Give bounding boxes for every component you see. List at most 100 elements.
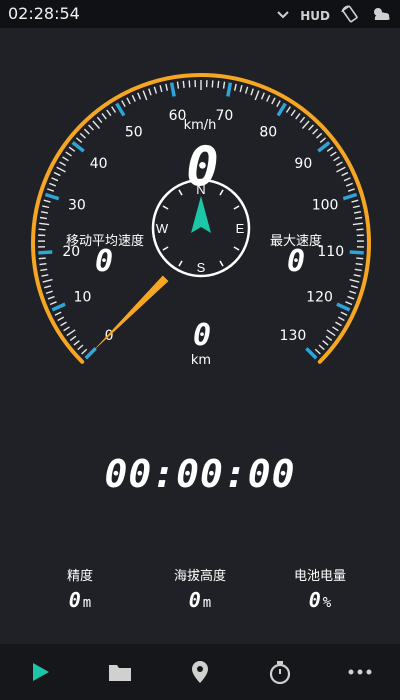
altitude-label: 海拔高度 [173,569,226,584]
minor-tick [88,124,94,131]
major-tick [317,141,331,153]
hud-toggle[interactable]: HUD [300,9,330,23]
minor-tick [266,94,271,102]
minor-tick [326,146,334,152]
minor-tick [239,85,243,93]
minor-tick [42,278,53,283]
scale-label: 50 [125,125,143,141]
minor-tick [336,161,343,167]
minor-tick [352,222,363,226]
records-button[interactable] [100,652,140,692]
minor-tick [75,137,83,143]
scale-label: 100 [312,197,339,213]
minor-tick [45,290,53,295]
minor-tick [60,321,67,327]
minor-tick [337,316,345,322]
major-tick [115,102,126,117]
minor-tick [222,81,226,89]
minor-tick [176,81,180,89]
folder-icon [109,665,131,681]
minor-tick [356,228,364,231]
minor-tick [349,290,357,295]
minor-tick [101,113,107,120]
accuracy-unit: m [82,595,92,611]
minor-tick [350,285,358,289]
accuracy-stat: 精度 0m [30,565,130,612]
minor-tick [351,199,359,203]
minor-tick [39,216,48,220]
minor-tick [290,109,296,117]
major-tick [71,141,85,153]
minor-tick [159,85,163,93]
minor-tick [165,83,169,91]
more-button[interactable] [340,652,380,692]
minor-tick [38,228,46,231]
minor-tick [69,335,77,341]
accuracy-value-wrap: 0m [30,588,130,612]
speed-unit: km/h [183,118,217,133]
bottom-nav [0,644,400,700]
minor-tick [325,335,333,341]
location-pin-icon [192,661,208,683]
play-button[interactable] [20,652,60,692]
battery-value: 0 [308,588,321,612]
minor-tick [211,80,214,88]
minor-tick [343,177,351,182]
minor-tick [314,348,321,355]
minor-tick [254,90,260,101]
minor-tick [347,295,355,300]
scale-label: 130 [280,328,307,344]
minor-tick [41,274,49,277]
trip-timer: 00:00:00 [104,452,296,496]
minor-tick [65,151,72,157]
minor-tick [66,329,76,337]
minor-tick [353,210,362,214]
compass-south: S [197,260,206,275]
major-tick [305,347,318,360]
distance-unit: km [190,353,212,368]
scale-label: 10 [74,289,92,305]
scale-label: 40 [90,156,108,172]
minor-tick [153,86,158,94]
minor-tick [47,295,55,300]
battery-label: 电池电量 [293,569,346,584]
minor-tick [353,274,361,277]
minor-tick [142,90,148,101]
stopwatch-button[interactable] [260,652,300,692]
minor-tick [244,86,249,94]
screen-rotate-icon[interactable] [340,4,360,28]
weather-icon[interactable] [370,5,392,27]
avg-speed-value: 0 [94,244,114,279]
minor-tick [137,92,142,100]
minor-tick [126,97,131,105]
battery-value-wrap: 0% [270,588,370,612]
major-tick [276,102,287,117]
minor-tick [347,188,355,192]
play-icon [33,663,49,681]
major-tick [349,250,364,255]
minor-tick [318,344,325,351]
minor-tick [217,80,220,88]
minor-tick [312,128,319,135]
chevron-down-icon[interactable] [276,9,290,24]
more-dots-icon [348,669,372,675]
status-icons: HUD [276,4,392,28]
scale-label: 30 [68,197,86,213]
minor-tick [356,257,364,260]
scale-label: 120 [306,289,333,305]
minor-tick [326,329,336,337]
minor-tick [330,151,337,157]
status-time: 02:28:54 [8,4,80,23]
altitude-value: 0 [188,588,201,612]
speed-needle [90,275,169,354]
minor-tick [77,344,84,351]
minor-tick [43,199,51,203]
minor-tick [301,120,310,129]
minor-tick [319,137,327,143]
location-button[interactable] [180,652,220,692]
minor-tick [322,340,329,346]
minor-tick [332,326,339,332]
battery-stat: 电池电量 0% [270,565,370,612]
minor-tick [295,113,301,120]
minor-tick [345,301,353,306]
